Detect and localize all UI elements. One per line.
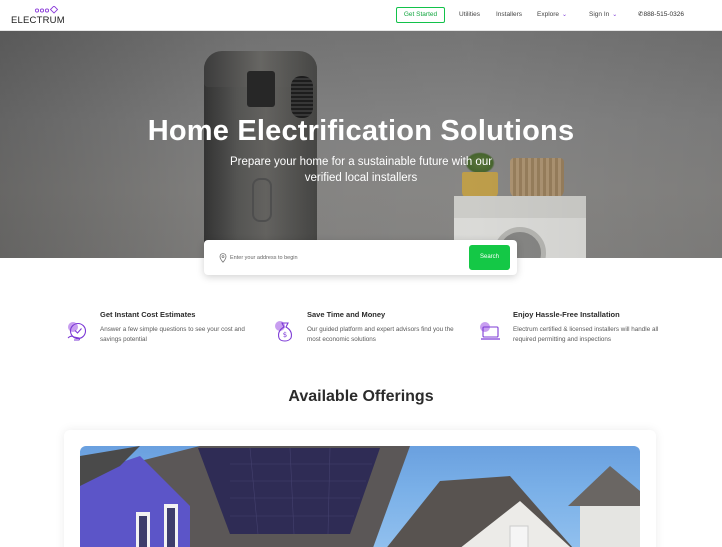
chevron-down-icon: ⌄ xyxy=(612,12,618,18)
nav-link-utilities[interactable]: Utilities xyxy=(459,11,480,18)
money-bag-icon: $ xyxy=(275,321,292,342)
search-button[interactable]: Search xyxy=(469,245,510,270)
solar-house-image xyxy=(80,446,640,547)
location-pin-icon xyxy=(219,253,227,263)
feature-description: Our guided platform and expert advisors … xyxy=(307,326,454,343)
feature-title: Get Instant Cost Estimates xyxy=(100,310,196,319)
electrum-logo[interactable]: ELECTRUM xyxy=(11,6,71,26)
hero-title: Home Electrification Solutions xyxy=(147,115,575,147)
hero-subtitle: Prepare your home for a sustainable futu… xyxy=(229,156,493,184)
sign-in-label: Sign In xyxy=(589,11,610,18)
phone-number: 888-515-0326 xyxy=(643,11,684,18)
feature-description: Electrum certified & licensed installers… xyxy=(513,326,659,343)
hero-banner: Home Electrification Solutions Prepare y… xyxy=(0,31,722,258)
laptop-icon xyxy=(480,322,500,340)
get-started-button[interactable]: Get Started xyxy=(396,7,445,23)
phone-link[interactable]: ✆888-515-0326 xyxy=(638,10,684,18)
nav-link-installers[interactable]: Installers xyxy=(496,11,522,18)
address-search-card: Search xyxy=(204,240,517,275)
feature-save-time: $ Save Time and Money Our guided platfor… xyxy=(272,310,457,350)
solar-house-illustration xyxy=(80,446,640,547)
explore-label: Explore xyxy=(537,11,560,18)
feature-title: Enjoy Hassle-Free Installation xyxy=(513,310,620,319)
nav-link-explore[interactable]: Explore ⌄ xyxy=(537,11,567,18)
nav-link-sign-in[interactable]: Sign In ⌄ xyxy=(589,11,617,18)
cost-estimate-icon xyxy=(67,322,87,341)
feature-hassle-free: Enjoy Hassle-Free Installation Electrum … xyxy=(478,310,668,350)
logo-text: ELECTRUM xyxy=(11,15,65,26)
top-navbar: ELECTRUM Get Started Utilities Installer… xyxy=(0,0,722,31)
offerings-heading: Available Offerings xyxy=(288,388,434,405)
feature-title: Save Time and Money xyxy=(307,310,386,319)
feature-description: Answer a few simple questions to see you… xyxy=(100,326,245,343)
chevron-down-icon: ⌄ xyxy=(562,12,568,18)
svg-text:$: $ xyxy=(283,331,287,339)
feature-cost-estimates: Get Instant Cost Estimates Answer a few … xyxy=(65,310,245,350)
address-input[interactable] xyxy=(230,250,460,265)
logo-mark-icon xyxy=(35,6,59,14)
